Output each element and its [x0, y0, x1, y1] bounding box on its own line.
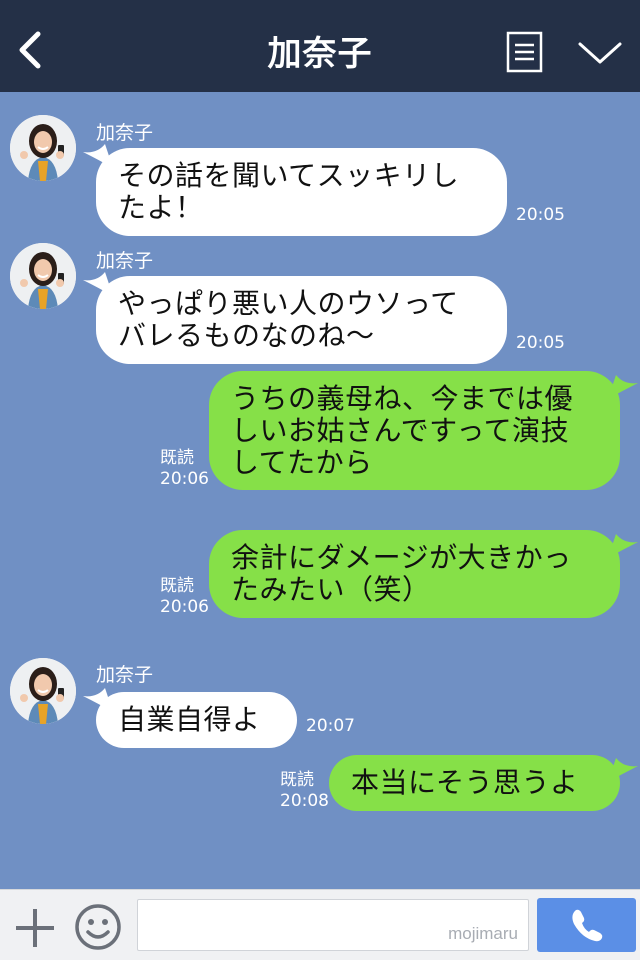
message-bubble[interactable]: その話を聞いてスッキリし たよ！: [96, 148, 507, 236]
read-label: 既読: [280, 770, 314, 790]
chat-title: 加奈子: [267, 34, 373, 74]
message-bubble[interactable]: やっぱり悪い人のウソって バレるものなのね〜: [96, 276, 507, 364]
add-button[interactable]: [13, 906, 57, 950]
message-input[interactable]: mojimaru: [137, 899, 529, 951]
read-label: 既読: [160, 576, 194, 596]
call-button[interactable]: [537, 898, 636, 952]
message-time: 20:05: [516, 333, 565, 353]
sender-name: 加奈子: [96, 122, 154, 144]
message-time: 20:05: [516, 205, 565, 225]
read-label: 既読: [160, 448, 194, 468]
message-bubble[interactable]: うちの義母ね、今までは優 しいお姑さんですって演技 してたから: [209, 371, 620, 490]
menu-icon: [506, 31, 543, 73]
message-bubble[interactable]: 自業自得よ: [96, 692, 297, 748]
plus-icon: [16, 909, 54, 947]
bubble-tail: [608, 534, 638, 558]
avatar-image: [10, 115, 76, 181]
avatar[interactable]: [10, 115, 76, 181]
message-text: その話を聞いてスッキリし たよ！: [118, 159, 460, 224]
message-time: 20:08: [280, 791, 329, 811]
message-input-bar: mojimaru: [0, 889, 640, 960]
chat-header: 加奈子: [0, 0, 640, 92]
expand-button[interactable]: [576, 36, 624, 70]
message-bubble[interactable]: 本当にそう思うよ: [329, 755, 620, 811]
message-text: 余計にダメージが大きかっ たみたい（笑）: [231, 541, 572, 606]
avatar[interactable]: [10, 243, 76, 309]
message-time: 20:06: [160, 597, 209, 617]
menu-button[interactable]: [506, 31, 543, 73]
message-text: うちの義母ね、今までは優 しいお姑さんですって演技 してたから: [231, 382, 574, 479]
message-text: やっぱり悪い人のウソって バレるものなのね〜: [118, 287, 459, 352]
watermark-text: mojimaru: [448, 924, 518, 943]
read-receipt: 既読 20:08: [280, 770, 329, 812]
bubble-tail: [608, 375, 638, 399]
message-time: 20:07: [306, 716, 355, 736]
bubble-tail: [608, 758, 638, 782]
sender-name: 加奈子: [96, 664, 154, 686]
read-receipt: 既読 20:06: [160, 448, 209, 490]
message-list[interactable]: 加奈子 その話を聞いてスッキリし たよ！ 20:05 加奈子 やっぱり悪い人のウ…: [0, 92, 640, 889]
sender-name: 加奈子: [96, 250, 154, 272]
chevron-down-icon: [578, 42, 622, 64]
avatar-image: [10, 243, 76, 309]
message-text: 自業自得よ: [118, 703, 261, 736]
avatar[interactable]: [10, 658, 76, 724]
message-bubble[interactable]: 余計にダメージが大きかっ たみたい（笑）: [209, 530, 620, 618]
emoji-button[interactable]: [74, 903, 122, 951]
message-text: 本当にそう思うよ: [351, 766, 579, 799]
phone-icon: [572, 909, 603, 942]
message-time: 20:06: [160, 469, 209, 489]
smiley-icon: [75, 904, 121, 950]
avatar-image: [10, 658, 76, 724]
read-receipt: 既読 20:06: [160, 576, 209, 618]
